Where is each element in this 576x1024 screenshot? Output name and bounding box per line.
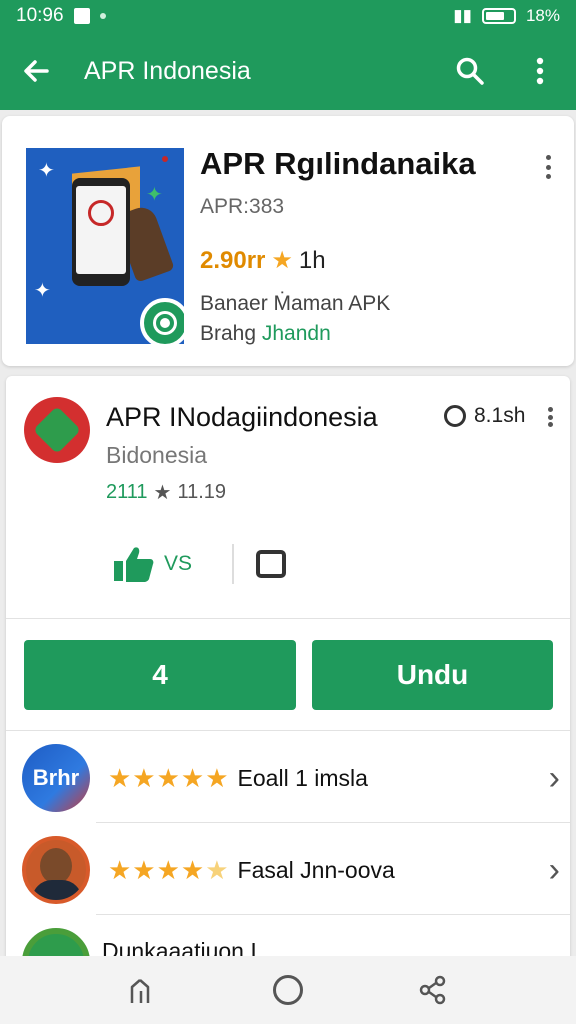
featured-rating-value: 2.90rr [200, 246, 266, 274]
app-more-icon[interactable] [540, 404, 560, 430]
app-rating: 2111 ★ 11.19 [106, 480, 226, 505]
star-icon: ★ [153, 482, 172, 504]
featured-subtitle: APR:383 [200, 195, 285, 218]
thumbs-up-icon [114, 547, 154, 582]
featured-category: Brahg Jhandn [200, 322, 331, 346]
app-action-row: VS [112, 544, 287, 584]
featured-rating-extra: 1h [298, 246, 326, 274]
featured-description: Banaer Ṁaman APK [200, 292, 391, 315]
app-bar: APR Indonesia [0, 32, 576, 110]
left-action-label: 4 [152, 659, 168, 690]
battery-percent: 18% [525, 6, 560, 25]
review-stars: ★★★★★ [108, 762, 230, 793]
featured-rating: 2.90rr ★ 1h [200, 246, 326, 275]
clock-icon [444, 405, 466, 427]
status-bar: 10:96 ▮▮ 18% [0, 0, 576, 32]
signal-icon: ▮▮ [453, 6, 472, 25]
system-nav-bar [0, 956, 576, 1024]
app-rating-extra: 11.19 [177, 481, 227, 503]
more-vert-icon[interactable] [520, 51, 560, 91]
divider [6, 618, 570, 619]
app-meta: 8.1sh [444, 404, 525, 428]
avatar: Brhr [22, 744, 90, 812]
app-developer[interactable]: Bidonesia [106, 442, 207, 469]
avatar [22, 836, 90, 904]
battery-icon [481, 8, 516, 24]
nav-home-icon[interactable] [272, 975, 303, 1005]
review-stars-full: ★★★★ [108, 854, 206, 885]
review-stars: ★★★★★ [108, 855, 230, 886]
search-icon[interactable] [450, 51, 490, 91]
app-rating-value: 2111 [106, 481, 148, 503]
featured-more-icon[interactable] [538, 152, 558, 182]
download-label: Undu [396, 659, 469, 690]
avatar-text: Brhr [32, 765, 80, 790]
divider [6, 730, 570, 731]
left-action-button[interactable]: 4 [24, 640, 296, 710]
page-title: APR Indonesia [84, 56, 251, 85]
divider [96, 822, 570, 823]
review-label: Fasal Jnn-oova [237, 856, 395, 883]
review-row[interactable]: Brhr ★★★★★ Eoall 1 imsla › [22, 738, 562, 818]
star-icon: ★ [271, 247, 293, 274]
status-time: 10:96 [16, 5, 64, 26]
screen-icon[interactable] [256, 550, 287, 578]
review-row[interactable]: ★★★★★ Fasal Jnn-oova › [22, 830, 562, 910]
like-label: VS [164, 552, 193, 575]
chevron-right-icon[interactable]: › [549, 851, 560, 890]
featured-category-link[interactable]: Jhandn [262, 322, 331, 345]
app-icon[interactable] [24, 397, 90, 463]
notification-dot [162, 156, 168, 162]
review-label: Eoall 1 imsla [237, 764, 368, 791]
featured-category-prefix: Brahg [200, 322, 262, 345]
app-meta-value: 8.1sh [474, 404, 526, 427]
featured-thumbnail[interactable]: ✦ ✦ ✦ [26, 148, 184, 344]
action-divider [232, 544, 235, 584]
shield-badge-icon [140, 298, 184, 344]
like-button[interactable]: VS [112, 545, 192, 583]
arrow-left-icon[interactable] [16, 51, 56, 91]
download-button[interactable]: Undu [312, 640, 553, 710]
chevron-right-icon[interactable]: › [549, 759, 560, 798]
review-stars-half: ★ [205, 854, 230, 885]
notification-dot-icon [99, 13, 106, 19]
share-icon[interactable] [418, 975, 448, 1005]
notification-icon [73, 8, 90, 24]
featured-title: APR Rgılindanaika [200, 146, 476, 181]
divider [96, 914, 570, 915]
app-title: APR INodagiindonesia [106, 402, 378, 432]
nav-back-icon[interactable] [128, 977, 158, 1003]
